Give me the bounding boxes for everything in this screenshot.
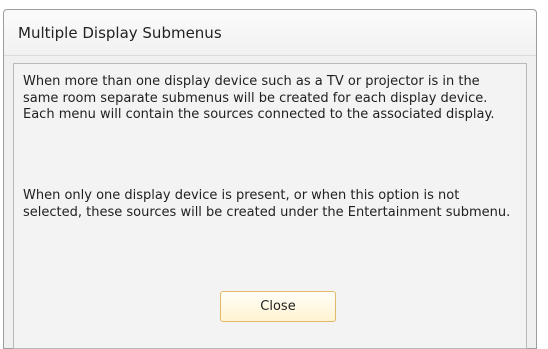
multiple-display-submenus-dialog: Multiple Display Submenus When more than… [3,9,537,349]
help-text-single-display: When only one display device is present,… [23,188,511,220]
dialog-title: Multiple Display Submenus [18,23,222,42]
close-button[interactable]: Close [220,291,336,322]
dialog-header: Multiple Display Submenus [4,10,536,56]
dialog-body: When more than one display device such a… [13,63,527,349]
help-text-multiple-displays: When more than one display device such a… [23,74,495,122]
